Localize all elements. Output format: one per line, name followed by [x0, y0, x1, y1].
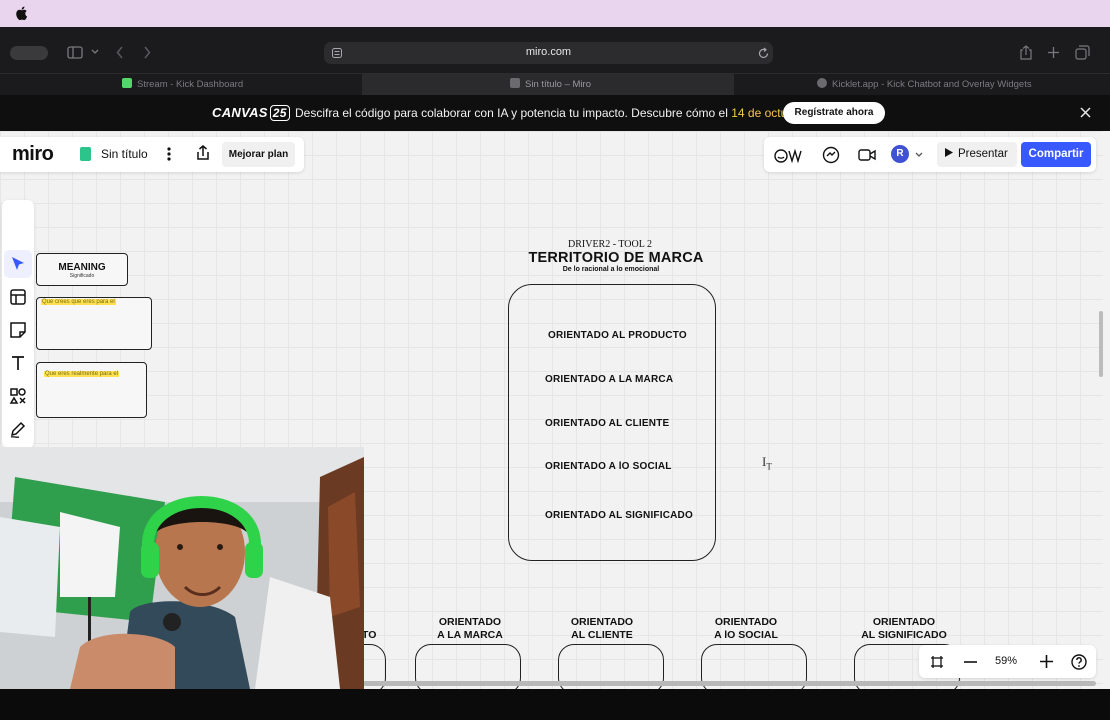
webcam-overlay [0, 447, 364, 689]
note-card-1[interactable]: Que crees que eres para el [36, 297, 152, 350]
reactions-icon[interactable] [773, 145, 807, 165]
select-cursor-icon[interactable] [8, 254, 28, 274]
bottom-card-cliente[interactable] [558, 644, 664, 694]
play-icon [945, 148, 953, 157]
address-bar[interactable]: miro.com [324, 42, 773, 64]
macos-menu-bar [0, 0, 1110, 27]
apple-logo-icon[interactable] [14, 5, 28, 21]
more-options-icon[interactable] [166, 146, 172, 162]
tab-kicklet[interactable]: Kicklet.app - Kick Chatbot and Overlay W… [734, 74, 1110, 96]
chat-icon[interactable] [821, 145, 841, 165]
canvas25-logo: CANVAS 25 [212, 105, 290, 121]
new-tab-icon[interactable] [1047, 46, 1060, 59]
horizontal-scrollbar[interactable] [363, 681, 1096, 686]
kicklet-icon [817, 78, 827, 88]
sidebar-toggle-icon[interactable] [67, 46, 83, 59]
option-producto[interactable]: ORIENTADO AL PRODUCTO [548, 330, 687, 341]
promo-banner: CANVAS 25 Descifra el código para colabor… [0, 95, 1110, 131]
chevron-down-icon[interactable] [91, 49, 99, 55]
kick-icon [122, 78, 132, 88]
tools-toolbar [2, 200, 34, 448]
board-header: miro Sin título Mejorar plan [0, 137, 304, 172]
board-subheading: De lo racional a lo emocional [562, 266, 660, 273]
zoom-in-icon[interactable] [1040, 655, 1053, 668]
chevron-down-icon[interactable] [915, 152, 923, 158]
user-avatar[interactable]: R [891, 145, 909, 163]
tab-miro[interactable]: Sin título – Miro [362, 74, 734, 96]
bottom-label-cliente: ORIENTADO AL CLIENTE [570, 616, 634, 641]
close-icon[interactable] [1080, 107, 1091, 118]
url-text: miro.com [525, 46, 572, 58]
share-icon[interactable] [1019, 45, 1033, 60]
option-significado[interactable]: ORIENTADO AL SIGNIFICADO [545, 510, 693, 521]
miro-tab-icon [510, 78, 520, 88]
screen: miro.com Stream - Kick Dashboard Sin tít… [0, 0, 1110, 720]
export-icon[interactable] [194, 144, 212, 162]
bottom-card-marca[interactable] [415, 644, 521, 694]
bottom-label-social: ORIENTADO A lO SOCIAL [714, 616, 778, 641]
option-cliente[interactable]: ORIENTADO AL CLIENTE [545, 418, 669, 429]
present-button[interactable]: Presentar [937, 142, 1017, 167]
meaning-card[interactable]: MEANING Significado [36, 253, 128, 286]
board-heading: TERRITORIO DE MARCA [528, 250, 704, 266]
help-icon[interactable] [1071, 654, 1087, 670]
forward-icon[interactable] [143, 46, 151, 59]
tab-bar: Stream - Kick Dashboard Sin título – Mir… [0, 73, 1110, 96]
note-card-2[interactable]: Que eres realmente para el [36, 362, 147, 418]
scroll-track [1103, 131, 1110, 689]
bottom-label-partial: TO [362, 629, 377, 641]
upgrade-plan-button[interactable]: Mejorar plan [222, 142, 295, 167]
text-tool-icon[interactable] [8, 353, 28, 373]
driver-label: DRIVER2 - TOOL 2 [568, 239, 652, 250]
bottom-card-social[interactable] [701, 644, 807, 694]
tab-group-pill[interactable] [10, 46, 48, 60]
streamer-webcam-image [0, 447, 364, 689]
vertical-scrollbar[interactable] [1099, 311, 1103, 377]
banner-text: Descifra el código para colaborar con IA… [295, 106, 808, 120]
templates-icon[interactable] [8, 287, 28, 307]
option-social[interactable]: ORIENTADO A lO SOCIAL [545, 461, 672, 472]
tab-overview-icon[interactable] [1075, 45, 1090, 60]
bottom-label-significado: ORIENTADO AL SIGNIFICADO [861, 616, 947, 641]
tab-kick-dashboard[interactable]: Stream - Kick Dashboard [0, 74, 362, 96]
reload-icon[interactable] [758, 47, 769, 59]
collaboration-toolbar: R Presentar Compartir [764, 137, 1096, 172]
sticky-note-icon[interactable] [8, 320, 28, 340]
fit-screen-icon[interactable] [930, 655, 944, 669]
share-button[interactable]: Compartir [1021, 142, 1091, 167]
text-cursor: IT [762, 454, 772, 472]
video-call-icon[interactable] [857, 145, 877, 165]
board-icon [80, 147, 91, 161]
miro-logo[interactable]: miro [12, 143, 54, 166]
board-title[interactable]: Sin título [101, 147, 148, 161]
bottom-bar [0, 689, 1110, 720]
bottom-label-marca: ORIENTADO A LA MARCA [437, 616, 503, 641]
zoom-controls: 59% [919, 645, 1096, 678]
back-icon[interactable] [116, 46, 124, 59]
option-marca[interactable]: ORIENTADO A LA MARCA [545, 374, 673, 385]
shapes-icon[interactable] [8, 386, 28, 406]
register-button[interactable]: Regístrate ahora [783, 102, 885, 124]
zoom-level[interactable]: 59% [995, 655, 1017, 667]
zoom-out-icon[interactable] [964, 661, 977, 663]
pen-icon[interactable] [8, 419, 28, 439]
